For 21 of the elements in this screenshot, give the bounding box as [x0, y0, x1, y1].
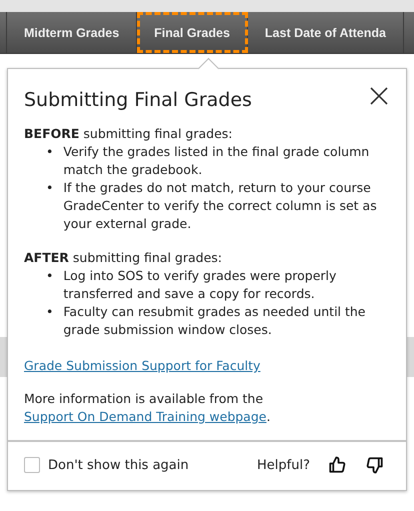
- more-info-text: More information is available from the Support On Demand Training webpage.: [24, 390, 272, 426]
- training-link[interactable]: Support On Demand Training webpage: [24, 409, 266, 424]
- checkbox[interactable]: [24, 457, 40, 473]
- bullet-marker: •: [46, 179, 54, 197]
- checkbox-label: Don't show this again: [48, 458, 189, 472]
- bullet-marker: •: [46, 303, 54, 321]
- bullet-item: Faculty can resubmit grades as needed until the grade submission window closes.: [63, 303, 366, 339]
- helpful-label: Helpful?: [257, 458, 310, 472]
- section-heading: AFTER submitting final grades:: [24, 249, 223, 267]
- support-link[interactable]: Grade Submission Support for Faculty: [24, 358, 260, 373]
- bullet-marker: •: [46, 143, 54, 161]
- bullet-item: Log into SOS to verify grades were properly transferred and save a copy for records.: [63, 267, 338, 303]
- bullet-item: Verify the grades listed in the final grade column match the gradebook.: [63, 143, 370, 179]
- tab[interactable]: Last Date of Attenda: [248, 12, 404, 53]
- section-heading: BEFORE submitting final grades:: [24, 125, 234, 143]
- tab[interactable]: Midterm Grades: [7, 12, 138, 53]
- popover-title: Submitting Final Grades: [24, 88, 252, 111]
- bullet-item: If the grades do not match, return to your course GradeCenter to verify the correct column is set as your external grade.: [63, 179, 378, 233]
- close-button[interactable]: [368, 85, 390, 107]
- bullet-marker: •: [46, 267, 54, 285]
- tab[interactable]: Final Grades: [137, 12, 248, 53]
